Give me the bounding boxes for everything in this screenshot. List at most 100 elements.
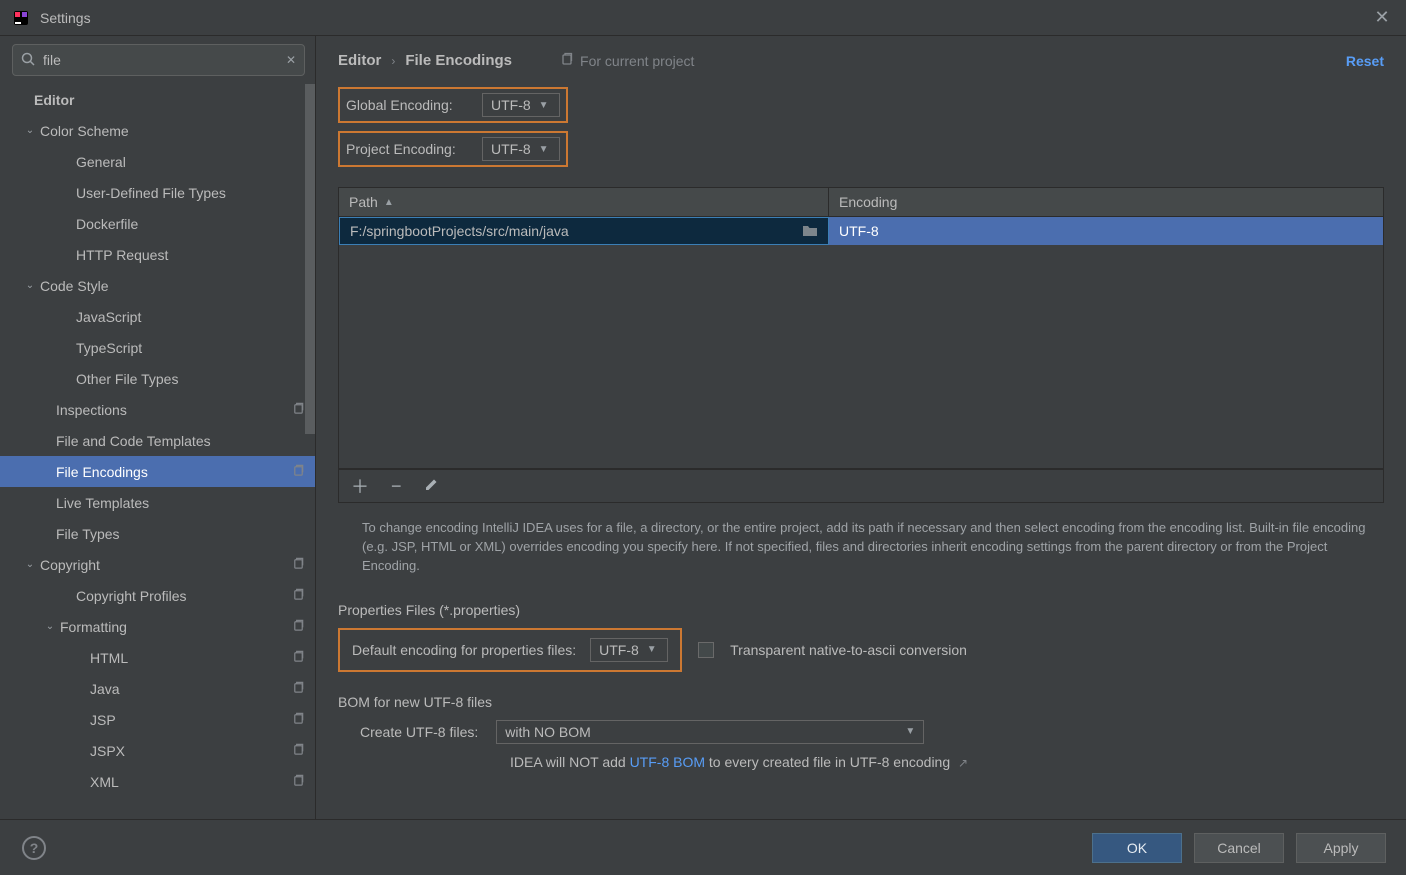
breadcrumb-row: Editor › File Encodings For current proj…	[338, 52, 1384, 69]
breadcrumb-parent[interactable]: Editor	[338, 52, 381, 69]
tree-item-label: TypeScript	[76, 340, 305, 356]
clear-search-icon[interactable]: ✕	[286, 53, 296, 67]
global-encoding-label: Global Encoding:	[346, 97, 482, 113]
copy-icon	[292, 650, 305, 666]
tree-item[interactable]: Live Templates	[0, 487, 315, 518]
tree-item[interactable]: ⌄Color Scheme	[0, 115, 315, 146]
table-header: Path ▲ Encoding	[338, 187, 1384, 217]
add-button[interactable]: ＋	[351, 473, 369, 499]
tree-item[interactable]: General	[0, 146, 315, 177]
tree-item-label: Copyright	[40, 557, 286, 573]
tree-item[interactable]: JSP	[0, 704, 315, 735]
tree-item-label: General	[76, 154, 305, 170]
tree-item[interactable]: User-Defined File Types	[0, 177, 315, 208]
tree-item[interactable]: ⌄Copyright	[0, 549, 315, 580]
table-row[interactable]: F:/springbootProjects/src/main/javaUTF-8	[339, 217, 1383, 245]
tree-item[interactable]: File Encodings	[0, 456, 315, 487]
transparent-conversion-checkbox[interactable]	[698, 642, 714, 658]
tree-item[interactable]: XML	[0, 766, 315, 797]
utf8-bom-link[interactable]: UTF-8 BOM	[630, 754, 705, 770]
copy-icon	[292, 774, 305, 790]
cell-path[interactable]: F:/springbootProjects/src/main/java	[339, 217, 829, 245]
for-current-project-label: For current project	[560, 52, 694, 69]
tree-item[interactable]: ⌄Code Style	[0, 270, 315, 301]
chevron-down-icon: ⌄	[22, 278, 38, 294]
tree-item[interactable]: JSPX	[0, 735, 315, 766]
close-icon[interactable]: ✕	[1370, 6, 1394, 30]
tree-item[interactable]: Copyright Profiles	[0, 580, 315, 611]
tree-item-label: User-Defined File Types	[76, 185, 305, 201]
copy-icon	[560, 52, 574, 69]
breadcrumbs: Editor › File Encodings	[338, 52, 512, 69]
tree-item[interactable]: Inspections	[0, 394, 315, 425]
global-encoding-row: Global Encoding: UTF-8 ▼	[338, 87, 568, 123]
tree-item-label: File Encodings	[56, 464, 286, 480]
help-button[interactable]: ?	[22, 836, 46, 860]
tree-item[interactable]: JavaScript	[0, 301, 315, 332]
cell-encoding[interactable]: UTF-8	[829, 217, 1383, 245]
sidebar: ✕ Editor⌄Color SchemeGeneralUser-Defined…	[0, 36, 316, 819]
ok-button[interactable]: OK	[1092, 833, 1182, 863]
bom-dropdown[interactable]: with NO BOM ▼	[496, 720, 924, 744]
content-panel: Editor › File Encodings For current proj…	[316, 36, 1406, 819]
window-title: Settings	[40, 10, 1370, 26]
titlebar: Settings ✕	[0, 0, 1406, 36]
properties-encoding-label: Default encoding for properties files:	[352, 642, 576, 658]
tree-item[interactable]: HTTP Request	[0, 239, 315, 270]
settings-tree[interactable]: Editor⌄Color SchemeGeneralUser-Defined F…	[0, 84, 315, 819]
table-body[interactable]: F:/springbootProjects/src/main/javaUTF-8	[338, 217, 1384, 469]
copy-icon	[292, 619, 305, 635]
tree-item[interactable]: ⌄Formatting	[0, 611, 315, 642]
tree-item-label: File and Code Templates	[56, 433, 305, 449]
search-icon	[21, 52, 35, 69]
table-toolbar: ＋ −	[338, 469, 1384, 503]
tree-item-label: File Types	[56, 526, 305, 542]
remove-button[interactable]: −	[391, 476, 402, 497]
tree-item-label: Editor	[34, 92, 305, 108]
tree-item[interactable]: Dockerfile	[0, 208, 315, 239]
tree-item-label: Formatting	[60, 619, 286, 635]
reset-link[interactable]: Reset	[1346, 53, 1384, 69]
search-field[interactable]	[43, 52, 278, 68]
tree-item-label: Java	[90, 681, 286, 697]
tree-item-label: Live Templates	[56, 495, 305, 511]
bom-note: IDEA will NOT add UTF-8 BOM to every cre…	[510, 754, 1384, 770]
tree-item-label: JSP	[90, 712, 286, 728]
column-path[interactable]: Path ▲	[339, 188, 829, 216]
help-text: To change encoding IntelliJ IDEA uses fo…	[362, 519, 1382, 576]
copy-icon	[292, 402, 305, 418]
tree-item[interactable]: File and Code Templates	[0, 425, 315, 456]
tree-item-label: HTML	[90, 650, 286, 666]
tree-item[interactable]: Java	[0, 673, 315, 704]
external-link-icon: ↗	[958, 756, 968, 770]
breadcrumb-current: File Encodings	[405, 52, 512, 69]
cancel-button[interactable]: Cancel	[1194, 833, 1284, 863]
copy-icon	[292, 743, 305, 759]
scrollbar[interactable]	[305, 84, 315, 434]
tree-item[interactable]: File Types	[0, 518, 315, 549]
tree-item-label: Code Style	[40, 278, 305, 294]
properties-encoding-dropdown[interactable]: UTF-8 ▼	[590, 638, 668, 662]
apply-button[interactable]: Apply	[1296, 833, 1386, 863]
search-input[interactable]: ✕	[12, 44, 305, 76]
tree-item[interactable]: Editor	[0, 84, 315, 115]
bom-section-label: BOM for new UTF-8 files	[338, 694, 1384, 710]
tree-item[interactable]: HTML	[0, 642, 315, 673]
tree-item[interactable]: Other File Types	[0, 363, 315, 394]
copy-icon	[292, 557, 305, 573]
chevron-down-icon: ▼	[905, 726, 915, 737]
folder-icon[interactable]	[802, 223, 818, 240]
tree-item-label: Copyright Profiles	[76, 588, 286, 604]
tree-item[interactable]: TypeScript	[0, 332, 315, 363]
column-encoding[interactable]: Encoding	[829, 188, 1383, 216]
properties-encoding-row: Default encoding for properties files: U…	[338, 628, 1384, 672]
global-encoding-dropdown[interactable]: UTF-8 ▼	[482, 93, 560, 117]
project-encoding-dropdown[interactable]: UTF-8 ▼	[482, 137, 560, 161]
tree-item-label: Color Scheme	[40, 123, 305, 139]
project-encoding-label: Project Encoding:	[346, 141, 482, 157]
tree-item-label: XML	[90, 774, 286, 790]
project-encoding-row: Project Encoding: UTF-8 ▼	[338, 131, 568, 167]
chevron-down-icon: ⌄	[42, 619, 58, 635]
edit-button[interactable]	[424, 476, 440, 497]
copy-icon	[292, 712, 305, 728]
